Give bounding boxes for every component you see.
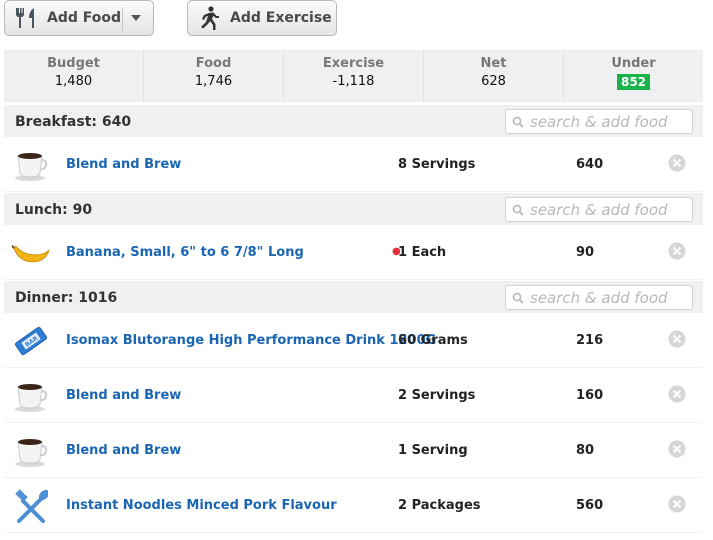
search-placeholder: search & add food (530, 288, 668, 307)
meal-header-dinner: Dinner: 1016 search & add food (4, 281, 703, 314)
coffee-cup-icon (12, 432, 50, 470)
food-name-link[interactable]: Blend and Brew (66, 388, 181, 403)
food-quantity[interactable]: 2 Servings (398, 388, 475, 403)
food-row: Blend and Brew 1 Serving 80 (4, 423, 703, 478)
food-name-link[interactable]: Banana, Small, 6" to 6 7/8" Long (66, 245, 304, 260)
food-quantity[interactable]: 1 Serving (398, 443, 468, 458)
meal-header-breakfast: Breakfast: 640 search & add food (4, 105, 703, 138)
summary-exercise: Exercise -1,118 (284, 50, 424, 102)
summary-net: Net 628 (424, 50, 564, 102)
remove-icon[interactable] (668, 385, 686, 403)
search-icon (512, 292, 524, 304)
search-placeholder: search & add food (530, 112, 668, 131)
food-name-link[interactable]: Blend and Brew (66, 157, 181, 172)
search-icon (512, 116, 524, 128)
meal-title: Dinner: 1016 (15, 289, 118, 306)
search-placeholder: search & add food (530, 200, 668, 219)
remove-icon[interactable] (668, 242, 686, 260)
fork-spoon-icon (12, 487, 50, 525)
fork-knife-icon (11, 4, 39, 32)
warning-dot-icon: ● (392, 246, 401, 257)
food-name-link[interactable]: Blend and Brew (66, 443, 181, 458)
meal-header-lunch: Lunch: 90 search & add food (4, 193, 703, 226)
food-row: BAR Isomax Blutorange High Performance D… (4, 313, 703, 368)
summary-budget: Budget 1,480 (4, 50, 144, 102)
button-divider (122, 7, 123, 31)
coffee-cup-icon (12, 377, 50, 415)
food-row: Banana, Small, 6" to 6 7/8" Long ● 1 Each… (4, 225, 703, 280)
remove-icon[interactable] (668, 440, 686, 458)
running-man-icon (194, 4, 222, 32)
search-input[interactable]: search & add food (505, 285, 693, 310)
food-calories: 640 (576, 157, 604, 172)
remove-icon[interactable] (668, 495, 686, 513)
food-name-link[interactable]: Instant Noodles Minced Pork Flavour (66, 498, 337, 513)
add-food-button[interactable]: Add Food (4, 0, 154, 36)
chevron-down-icon[interactable] (131, 15, 141, 21)
add-exercise-button[interactable]: Add Exercise (187, 0, 337, 36)
food-quantity[interactable]: 8 Servings (398, 157, 475, 172)
food-calories: 216 (576, 333, 604, 348)
food-row: Blend and Brew 8 Servings 640 (4, 137, 703, 192)
food-name-link[interactable]: Isomax Blutorange High Performance Drink… (66, 333, 436, 348)
add-exercise-label: Add Exercise (230, 10, 332, 26)
add-food-label: Add Food (47, 10, 122, 26)
remove-icon[interactable] (668, 154, 686, 172)
summary-food: Food 1,746 (144, 50, 284, 102)
food-quantity[interactable]: 2 Packages (398, 498, 481, 513)
summary-under: Under 852 (611, 56, 656, 90)
toolbar: Add Food Add Exercise (0, 0, 713, 50)
remove-icon[interactable] (668, 330, 686, 348)
food-row: Blend and Brew 2 Servings 160 (4, 368, 703, 423)
food-row: Instant Noodles Minced Pork Flavour 2 Pa… (4, 478, 703, 533)
food-calories: 90 (576, 245, 595, 260)
search-input[interactable]: search & add food (505, 197, 693, 222)
meal-title: Lunch: 90 (15, 201, 93, 218)
banana-icon (12, 234, 50, 272)
food-calories: 160 (576, 388, 604, 403)
search-input[interactable]: search & add food (505, 109, 693, 134)
bar-wrapper-icon: BAR (12, 322, 50, 360)
search-icon (512, 204, 524, 216)
under-badge: 852 (616, 74, 651, 90)
food-calories: 560 (576, 498, 604, 513)
calorie-summary: Budget 1,480 Food 1,746 Exercise -1,118 … (4, 50, 703, 102)
food-quantity[interactable]: ● 1 Each (392, 245, 446, 260)
food-quantity[interactable]: 60 Grams (398, 333, 468, 348)
meal-title: Breakfast: 640 (15, 113, 132, 130)
coffee-cup-icon (12, 146, 50, 184)
food-calories: 80 (576, 443, 595, 458)
